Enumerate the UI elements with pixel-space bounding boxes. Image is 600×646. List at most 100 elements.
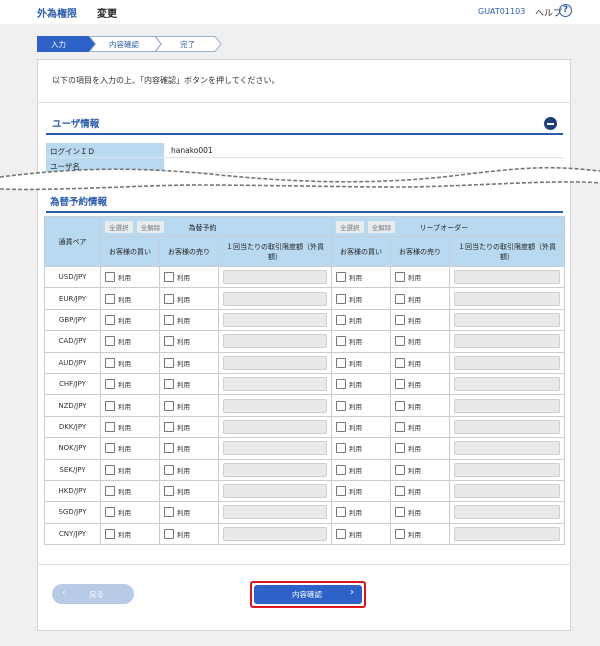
limit-amount-input[interactable] xyxy=(223,334,328,349)
limit-amount-input[interactable] xyxy=(223,484,328,499)
limit-amount-input[interactable] xyxy=(454,291,561,306)
checkbox[interactable] xyxy=(105,293,115,304)
question-circle-icon[interactable]: ? xyxy=(559,4,572,17)
checkbox[interactable] xyxy=(336,528,347,539)
limit-amount-input[interactable] xyxy=(223,505,328,520)
limit-amount-input[interactable] xyxy=(454,355,561,370)
checkbox[interactable] xyxy=(395,272,406,283)
limit-amount-input[interactable] xyxy=(454,505,561,520)
checkbox[interactable] xyxy=(105,528,115,539)
checkbox[interactable] xyxy=(395,443,406,454)
checkbox[interactable] xyxy=(395,528,406,539)
limit-amount-input[interactable] xyxy=(454,484,561,499)
limit-cell xyxy=(449,394,566,417)
limit-amount-input[interactable] xyxy=(454,270,561,285)
checkbox[interactable] xyxy=(105,400,115,411)
table-row: CHF/JPY 利用 利用 利用 利用 xyxy=(44,372,566,396)
checkbox[interactable] xyxy=(164,293,174,304)
back-button[interactable]: ‹ 戻る xyxy=(52,584,134,604)
checkbox[interactable] xyxy=(395,379,406,390)
checkbox[interactable] xyxy=(164,443,174,454)
limit-amount-input[interactable] xyxy=(454,377,561,392)
limit-amount-input[interactable] xyxy=(454,334,561,349)
checkbox[interactable] xyxy=(164,357,174,368)
limit-amount-input[interactable] xyxy=(454,398,561,413)
select-all-button[interactable]: 全選択 xyxy=(336,220,364,233)
limit-amount-input[interactable] xyxy=(454,526,561,541)
confirm-button[interactable]: 内容確認 › xyxy=(254,585,362,604)
limit-amount-input[interactable] xyxy=(454,419,561,434)
checkbox[interactable] xyxy=(336,400,347,411)
checkbox[interactable] xyxy=(336,272,347,283)
checkbox[interactable] xyxy=(164,379,174,390)
collapse-icon[interactable] xyxy=(544,117,557,130)
checkbox[interactable] xyxy=(336,464,347,475)
checkbox[interactable] xyxy=(164,507,174,518)
checkbox[interactable] xyxy=(395,357,406,368)
limit-amount-input[interactable] xyxy=(223,419,328,434)
checkbox[interactable] xyxy=(336,486,347,497)
checkbox[interactable] xyxy=(395,486,406,497)
fx-sell-cell: 利用 xyxy=(159,458,219,481)
checkbox[interactable] xyxy=(164,464,174,475)
limit-amount-input[interactable] xyxy=(223,291,328,306)
checkbox[interactable] xyxy=(105,357,115,368)
checkbox[interactable] xyxy=(395,400,406,411)
checkbox[interactable] xyxy=(105,272,115,283)
deselect-all-button[interactable]: 全解除 xyxy=(367,220,396,233)
checkbox[interactable] xyxy=(336,336,347,347)
limit-amount-input[interactable] xyxy=(223,398,328,413)
checkbox[interactable] xyxy=(395,314,406,325)
checkbox[interactable] xyxy=(164,314,174,325)
checkbox[interactable] xyxy=(164,486,174,497)
help-link[interactable]: ヘルプ xyxy=(535,6,562,19)
checkbox[interactable] xyxy=(164,528,174,539)
limit-amount-input[interactable] xyxy=(223,312,328,327)
limit-amount-input[interactable] xyxy=(223,270,328,285)
checkbox[interactable] xyxy=(336,507,347,518)
chevron-right-icon: › xyxy=(350,587,354,598)
fx-buy-cell: 利用 xyxy=(100,265,160,289)
checkbox[interactable] xyxy=(336,443,347,454)
leave-buy-cell: 利用 xyxy=(331,394,392,417)
checkbox[interactable] xyxy=(395,464,406,475)
checkbox[interactable] xyxy=(164,272,174,283)
limit-amount-input[interactable] xyxy=(223,355,328,370)
limit-amount-input[interactable] xyxy=(454,462,561,477)
checkbox[interactable] xyxy=(336,314,347,325)
pair-cell: HKD/JPY xyxy=(44,479,101,503)
checkbox[interactable] xyxy=(105,486,115,497)
deselect-all-button[interactable]: 全解除 xyxy=(136,220,165,233)
checkbox[interactable] xyxy=(105,314,115,325)
limit-amount-input[interactable] xyxy=(223,526,328,541)
checkbox[interactable] xyxy=(105,443,115,454)
checkbox[interactable] xyxy=(164,421,174,432)
limit-amount-input[interactable] xyxy=(454,312,561,327)
checkbox[interactable] xyxy=(395,293,406,304)
checkbox[interactable] xyxy=(164,336,174,347)
checkbox[interactable] xyxy=(336,293,347,304)
checkbox[interactable] xyxy=(105,507,115,518)
limit-amount-input[interactable] xyxy=(223,441,328,456)
checkbox[interactable] xyxy=(336,357,347,368)
limit-amount-input[interactable] xyxy=(223,377,328,392)
checkbox[interactable] xyxy=(395,336,406,347)
checkbox[interactable] xyxy=(105,464,115,475)
checkbox[interactable] xyxy=(164,400,174,411)
fx-sell-cell: 利用 xyxy=(159,372,219,396)
limit-cell xyxy=(449,351,566,374)
checkbox[interactable] xyxy=(105,421,115,432)
fx-buy-cell: 利用 xyxy=(100,501,160,524)
checkbox[interactable] xyxy=(395,507,406,518)
limit-cell xyxy=(217,501,333,524)
limit-amount-input[interactable] xyxy=(223,462,328,477)
limit-cell xyxy=(449,522,566,546)
checkbox[interactable] xyxy=(336,421,347,432)
select-all-button[interactable]: 全選択 xyxy=(105,220,133,233)
limit-cell xyxy=(217,479,333,503)
checkbox[interactable] xyxy=(105,379,115,390)
checkbox[interactable] xyxy=(105,336,115,347)
checkbox[interactable] xyxy=(336,379,347,390)
limit-amount-input[interactable] xyxy=(454,441,561,456)
checkbox[interactable] xyxy=(395,421,406,432)
